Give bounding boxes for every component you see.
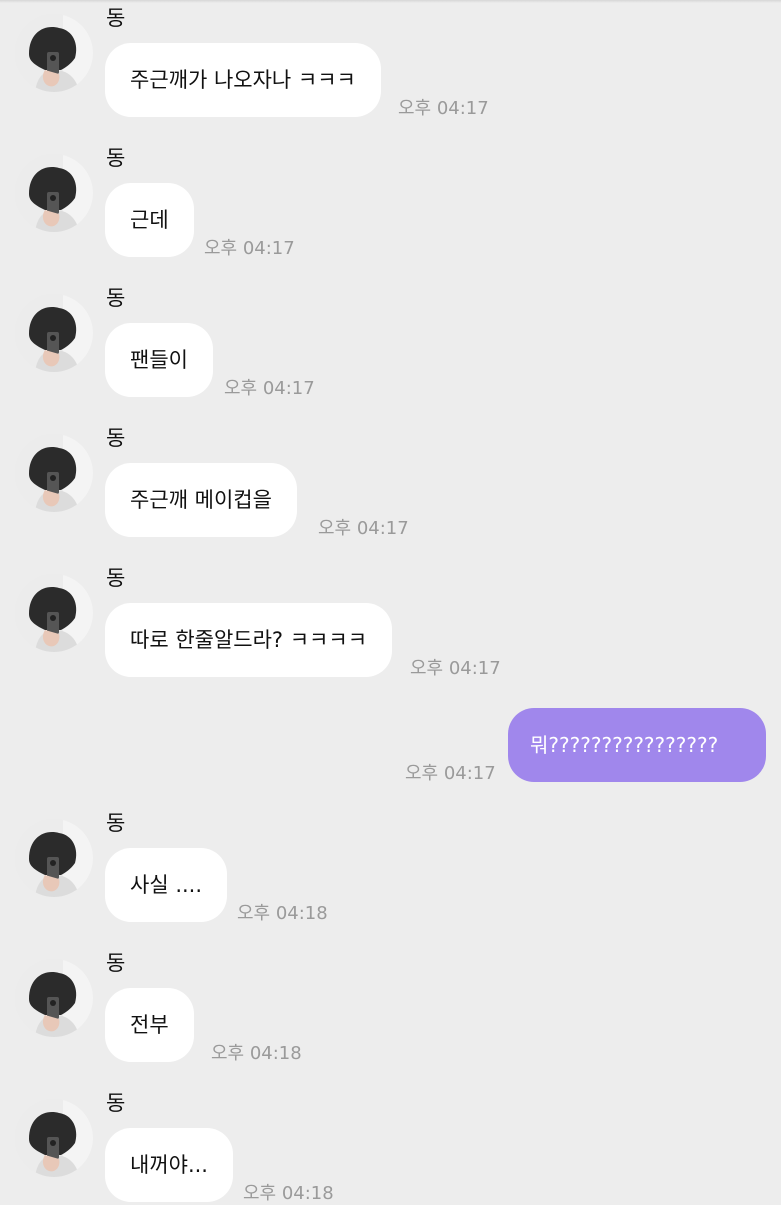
incoming-message: 동 내꺼야... 오후 04:18	[0, 1085, 781, 1205]
message-bubble[interactable]: 전부	[105, 988, 194, 1062]
message-timestamp: 오후 04:18	[243, 1183, 334, 1204]
incoming-message: 동 팬들이 오후 04:17	[0, 280, 781, 400]
message-timestamp: 오후 04:17	[405, 763, 496, 784]
message-timestamp: 오후 04:17	[318, 518, 409, 539]
sender-avatar[interactable]	[15, 819, 93, 897]
sender-avatar[interactable]	[15, 434, 93, 512]
sender-name: 동	[106, 286, 126, 310]
incoming-message: 동 전부 오후 04:18	[0, 945, 781, 1065]
message-bubble[interactable]: 따로 한줄알드라? ㅋㅋㅋㅋ	[105, 603, 393, 677]
chat-thread[interactable]: 동 주근깨가 나오자나 ㅋㅋㅋ 오후 04:17 동 근데 오후 04:17 동…	[0, 0, 781, 1204]
message-bubble-outgoing[interactable]: 뭐????????????????	[508, 708, 766, 782]
message-bubble[interactable]: 주근깨가 나오자나 ㅋㅋㅋ	[105, 43, 381, 117]
incoming-message: 동 근데 오후 04:17	[0, 140, 781, 260]
message-bubble[interactable]: 주근깨 메이컵을	[105, 463, 297, 537]
message-timestamp: 오후 04:17	[410, 658, 501, 679]
message-bubble[interactable]: 사실 ....	[105, 848, 228, 922]
message-timestamp: 오후 04:17	[398, 98, 489, 119]
message-bubble[interactable]: 팬들이	[105, 323, 213, 397]
sender-avatar[interactable]	[15, 294, 93, 372]
sender-name: 동	[106, 6, 126, 30]
incoming-message: 동 주근깨가 나오자나 ㅋㅋㅋ 오후 04:17	[0, 0, 781, 120]
sender-avatar[interactable]	[15, 574, 93, 652]
sender-name: 동	[106, 951, 126, 975]
sender-avatar[interactable]	[15, 959, 93, 1037]
incoming-message: 동 사실 .... 오후 04:18	[0, 805, 781, 925]
message-timestamp: 오후 04:17	[224, 378, 315, 399]
sender-avatar[interactable]	[15, 1099, 93, 1177]
message-timestamp: 오후 04:17	[204, 238, 295, 259]
sender-avatar[interactable]	[15, 14, 93, 92]
sender-avatar[interactable]	[15, 154, 93, 232]
message-timestamp: 오후 04:18	[237, 903, 328, 924]
sender-name: 동	[106, 811, 126, 835]
incoming-message: 동 주근깨 메이컵을 오후 04:17	[0, 420, 781, 540]
message-bubble[interactable]: 근데	[105, 183, 194, 257]
sender-name: 동	[106, 426, 126, 450]
message-timestamp: 오후 04:18	[211, 1043, 302, 1064]
incoming-message: 동 따로 한줄알드라? ㅋㅋㅋㅋ 오후 04:17	[0, 560, 781, 680]
message-bubble[interactable]: 내꺼야...	[105, 1128, 233, 1202]
sender-name: 동	[106, 1091, 126, 1115]
sender-name: 동	[106, 566, 126, 590]
sender-name: 동	[106, 146, 126, 170]
